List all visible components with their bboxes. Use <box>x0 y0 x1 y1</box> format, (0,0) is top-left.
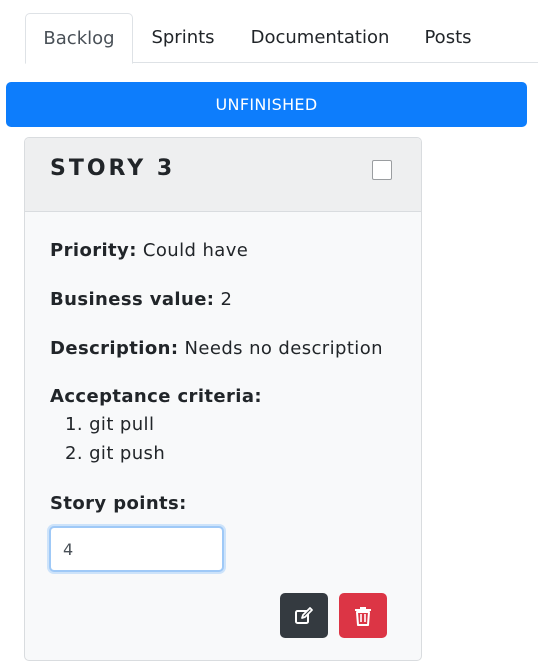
story-points-input[interactable] <box>49 526 224 572</box>
story-card: STORY 3 Priority: Could have Business va… <box>24 137 422 661</box>
priority-field: Priority: Could have <box>50 240 248 261</box>
story-points-label: Story points: <box>50 493 187 514</box>
description-value: Needs no description <box>184 338 383 359</box>
acceptance-criteria-heading: Acceptance criteria: <box>50 386 262 407</box>
tab-backlog[interactable]: Backlog <box>25 13 133 64</box>
priority-label: Priority: <box>50 240 137 261</box>
edit-icon <box>295 606 313 624</box>
tab-sprints[interactable]: Sprints <box>133 13 233 63</box>
description-label: Description: <box>50 338 179 359</box>
acceptance-criteria-label: Acceptance criteria: <box>50 386 262 407</box>
tab-documentation[interactable]: Documentation <box>235 13 405 63</box>
delete-story-button[interactable] <box>339 593 387 638</box>
trash-icon <box>355 606 371 626</box>
acceptance-criteria-list: 1. git pull 2. git push <box>65 414 165 472</box>
priority-value: Could have <box>142 240 249 261</box>
story-card-header: STORY 3 <box>25 138 421 212</box>
story-select-checkbox[interactable] <box>372 160 392 180</box>
business-value-field: Business value: 2 <box>50 289 232 310</box>
acceptance-criteria-item: 1. git pull <box>65 414 155 435</box>
acceptance-criteria-item: 2. git push <box>65 443 166 464</box>
description-field: Description: Needs no description <box>50 338 383 359</box>
story-points-heading: Story points: <box>50 493 187 514</box>
story-title: STORY 3 <box>50 156 176 181</box>
tab-posts[interactable]: Posts <box>405 13 491 63</box>
business-value-value: 2 <box>220 289 233 310</box>
unfinished-section-header[interactable]: UNFINISHED <box>6 82 527 127</box>
business-value-label: Business value: <box>50 289 215 310</box>
nav-tabs: Backlog Sprints Documentation Posts <box>25 13 538 64</box>
edit-story-button[interactable] <box>280 593 328 638</box>
